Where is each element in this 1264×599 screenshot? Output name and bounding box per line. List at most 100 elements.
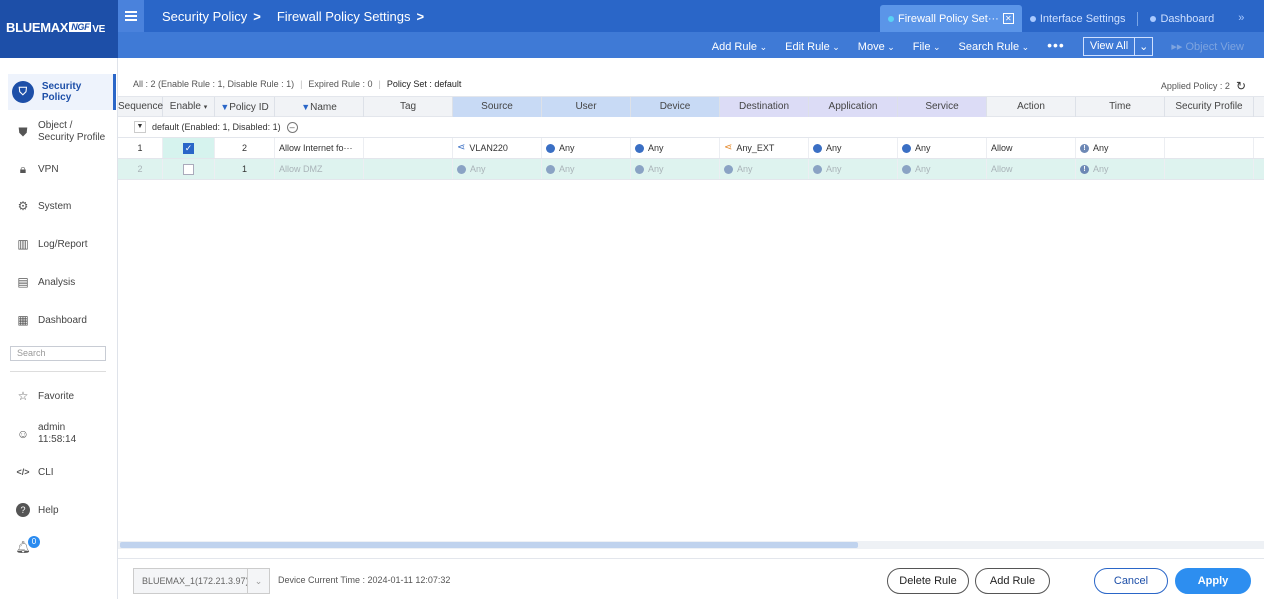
any-object-icon <box>902 143 911 153</box>
add-rule-menu[interactable]: Add Rule <box>712 41 767 53</box>
sidebar-item-cli[interactable]: </> CLI <box>0 465 118 479</box>
sidebar-item-system[interactable]: ⚙ System <box>0 199 118 213</box>
add-rule-button[interactable]: Add Rule <box>975 568 1050 594</box>
cell-name: Allow Internet fo··· <box>275 138 364 158</box>
cell-enable: ✓ <box>163 138 215 158</box>
tab-firewall-policy-settings[interactable]: Firewall Policy Set··· ✕ <box>880 5 1022 32</box>
refresh-icon[interactable]: ↻ <box>1236 79 1246 93</box>
object-view-button[interactable]: ▸▸ Object View <box>1171 40 1244 53</box>
cell-user: Any <box>542 159 631 179</box>
sidebar-item-vpn[interactable]: 🔒︎ VPN <box>0 162 118 176</box>
notification-badge: 0 <box>28 536 40 548</box>
tab-interface-settings[interactable]: Interface Settings <box>1022 5 1134 32</box>
edit-rule-menu[interactable]: Edit Rule <box>785 41 840 53</box>
sidebar-item-user[interactable]: ☺ admin 11:58:14 <box>0 422 118 446</box>
divider: | <box>378 79 381 89</box>
chevron-down-icon[interactable]: ⌄ <box>1134 38 1152 55</box>
col-enable-label: Enable <box>169 101 201 112</box>
sidebar: ⛉ Security Policy ⛊ Object / Security Pro… <box>0 58 118 599</box>
device-current-time: Device Current Time : 2024-01-11 12:07:3… <box>278 575 451 585</box>
sidebar-item-label: Favorite <box>38 390 75 402</box>
cell-source-value: Any <box>470 164 486 174</box>
sidebar-item-security-policy[interactable]: ⛉ Security Policy <box>8 74 116 110</box>
device-select-value: BLUEMAX_1(172.21.3.97) <box>142 576 249 586</box>
notifications-button[interactable]: 🔔︎ <box>0 540 118 554</box>
expired-count: Expired Rule : 0 <box>308 79 373 89</box>
col-service[interactable]: Service <box>898 97 987 117</box>
policy-group-row[interactable]: ▼ default (Enabled: 1, Disabled: 1) – <box>118 117 1264 138</box>
sidebar-item-dashboard[interactable]: ▦ Dashboard <box>0 313 118 327</box>
search-rule-menu[interactable]: Search Rule <box>959 41 1030 53</box>
cell-action: Allow <box>987 159 1076 179</box>
dashboard-icon: ▦ <box>17 313 29 327</box>
col-time[interactable]: Time <box>1076 97 1165 117</box>
sidebar-item-favorite[interactable]: ☆ Favorite <box>0 389 118 403</box>
cell-time-value: Any <box>1093 164 1109 174</box>
col-policy-id[interactable]: ▼Policy ID <box>215 97 275 117</box>
sidebar-item-object-security-profile[interactable]: ⛊ Object / Security Profile <box>0 120 118 144</box>
col-name[interactable]: ▼Name <box>275 97 364 117</box>
object-view-label: Object View <box>1185 41 1245 53</box>
tab-dashboard[interactable]: Dashboard <box>1142 5 1222 32</box>
move-menu[interactable]: Move <box>858 41 895 53</box>
collapse-group-icon[interactable]: – <box>286 121 298 133</box>
apply-button[interactable]: Apply <box>1175 568 1251 594</box>
chevron-down-icon[interactable]: ⌄ <box>247 569 269 593</box>
brand-name: BLUEMAX <box>6 20 69 35</box>
view-all-select[interactable]: View All ⌄ <box>1082 37 1154 56</box>
policy-set-label: Policy Set : default <box>386 79 462 89</box>
applied-policy: Applied Policy : 2 ↻ <box>1161 79 1246 93</box>
cell-device-value: Any <box>648 164 664 174</box>
col-tag[interactable]: Tag <box>364 97 453 117</box>
collapse-toggle-icon[interactable]: ▼ <box>134 121 146 133</box>
col-source[interactable]: Source <box>453 97 542 117</box>
sidebar-item-log-report[interactable]: ▥ Log/Report <box>0 237 118 251</box>
gear-icon: ⚙ <box>17 199 29 213</box>
enable-checkbox[interactable]: ✓ <box>183 142 194 154</box>
sidebar-item-help[interactable]: ? Help <box>0 503 118 517</box>
col-destination[interactable]: Destination <box>720 97 809 117</box>
col-security-profile[interactable]: Security Profile <box>1165 97 1254 117</box>
breadcrumb-firewall-policy-settings[interactable]: Firewall Policy Settings <box>277 9 411 24</box>
time-info-icon: ! <box>1080 143 1089 153</box>
table-row[interactable]: 2 1 Allow DMZ Any Any Any Any Any Any Al… <box>118 159 1264 180</box>
more-options-icon[interactable]: ••• <box>1047 37 1065 53</box>
tab-label: Firewall Policy Set··· <box>898 12 999 25</box>
cell-device-value: Any <box>648 143 664 153</box>
session-time: 11:58:14 <box>38 434 77 445</box>
col-enable[interactable]: Enable ▾ <box>163 97 215 117</box>
file-menu[interactable]: File <box>913 41 941 53</box>
hamburger-menu-icon[interactable] <box>118 0 144 32</box>
brand-logo[interactable]: BLUEMAX NGF VE <box>0 0 118 58</box>
col-device[interactable]: Device <box>631 97 720 117</box>
sidebar-item-label: Analysis <box>38 276 76 288</box>
sidebar-search-input[interactable]: Search <box>10 346 106 361</box>
sidebar-divider <box>10 371 106 372</box>
cell-user: Any <box>542 138 631 158</box>
col-action[interactable]: Action <box>987 97 1076 117</box>
close-icon[interactable]: ✕ <box>1002 13 1014 24</box>
col-application[interactable]: Application <box>809 97 898 117</box>
cancel-button[interactable]: Cancel <box>1094 568 1168 594</box>
more-tabs-icon[interactable]: » <box>1222 5 1260 32</box>
filter-icon[interactable]: ▼ <box>301 102 310 112</box>
shield-half-icon: ⛊ <box>18 124 28 139</box>
scrollbar-thumb[interactable] <box>120 542 858 548</box>
col-sequence[interactable]: Sequence <box>118 97 163 117</box>
enable-checkbox[interactable] <box>183 163 194 175</box>
cell-destination-value: Any_EXT <box>736 143 775 153</box>
delete-rule-button[interactable]: Delete Rule <box>887 568 969 594</box>
breadcrumb-security-policy[interactable]: Security Policy <box>162 9 247 24</box>
table-row[interactable]: 1 ✓ 2 Allow Internet fo··· ⋖ VLAN220 Any … <box>118 138 1264 159</box>
device-select[interactable]: BLUEMAX_1(172.21.3.97) ⌄ <box>133 568 270 594</box>
cell-application: Any <box>809 138 898 158</box>
col-user[interactable]: User <box>542 97 631 117</box>
any-object-icon <box>813 164 822 174</box>
network-group-icon: ⋖ <box>724 142 733 153</box>
filter-icon[interactable]: ▼ <box>220 102 229 112</box>
cell-user-value: Any <box>559 143 575 153</box>
horizontal-scrollbar[interactable] <box>118 541 1264 549</box>
cell-time-value: Any <box>1093 143 1109 153</box>
sidebar-item-analysis[interactable]: ▤ Analysis <box>0 275 118 289</box>
cell-name: Allow DMZ <box>275 159 364 179</box>
